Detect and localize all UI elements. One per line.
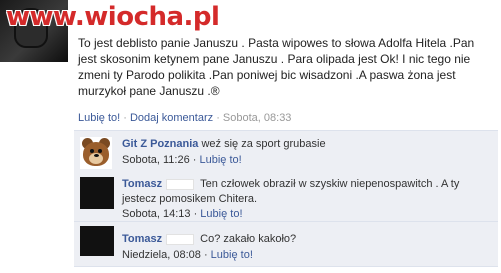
comment-like-link[interactable]: Lubię to!: [211, 249, 253, 261]
comment-timestamp[interactable]: Sobota, 14:13: [122, 208, 191, 220]
comment-author-link[interactable]: Tomasz: [122, 178, 162, 190]
comment-timestamp[interactable]: Sobota, 11:26: [122, 154, 190, 166]
post-text: To jest deblisto panie Januszu . Pasta w…: [78, 36, 475, 98]
avatar[interactable]: [80, 226, 114, 256]
comment-meta: Sobota, 11:26 · Lubię to!: [122, 154, 242, 166]
comment-item: Tomasz Ten człowek obraził w szyskiw niep…: [74, 171, 498, 222]
add-comment-link[interactable]: Dodaj komentarz: [130, 112, 213, 124]
comment-author-link[interactable]: Git Z Poznania: [122, 138, 198, 150]
comment-like-link[interactable]: Lubię to!: [200, 208, 242, 220]
comment-item: Tomasz Co? zakało kakoło? Niedziela, 08:0…: [74, 222, 498, 267]
comment-meta: Niedziela, 08:08 · Lubię to!: [122, 249, 253, 261]
comment-body: Git Z Poznania weź się za sport grubasie: [122, 137, 492, 152]
comment-body: Tomasz Co? zakało kakoło?: [122, 232, 490, 247]
pedobear-icon[interactable]: [80, 137, 112, 169]
comment-body: Tomasz Ten człowek obraził w szyskiw niep…: [122, 177, 490, 207]
redacted-surname: [166, 233, 195, 245]
redacted-surname: [166, 178, 195, 190]
avatar[interactable]: [80, 177, 114, 209]
comment-text: weź się za sport grubasie: [201, 138, 326, 150]
comment-item: Git Z Poznania weź się za sport grubasie…: [74, 130, 498, 172]
site-watermark: www.wiocha.pl: [6, 2, 220, 32]
comment-like-link[interactable]: Lubię to!: [199, 154, 241, 166]
post-like-link[interactable]: Lubię to!: [78, 112, 120, 124]
comment-author-link[interactable]: Tomasz: [122, 233, 162, 245]
post-actions: Lubię to! · Dodaj komentarz · Sobota, 08…: [78, 112, 292, 124]
comment-timestamp[interactable]: Niedziela, 08:08: [122, 249, 201, 261]
comment-meta: Sobota, 14:13 · Lubię to!: [122, 208, 243, 220]
post-timestamp[interactable]: Sobota, 08:33: [223, 112, 292, 124]
comment-text: Co? zakało kakoło?: [200, 233, 297, 245]
